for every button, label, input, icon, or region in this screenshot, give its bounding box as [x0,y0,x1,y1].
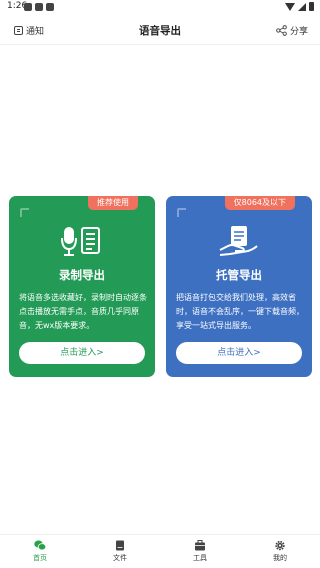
battery-icon [309,2,314,11]
corner-decoration [177,208,186,217]
home-chat-icon [34,540,46,551]
header-divider [0,44,320,45]
status-notification-icons [24,3,54,11]
record-enter-button[interactable]: 点击进入> [19,342,145,364]
status-bar: 1:26 [0,0,320,14]
file-icon [116,540,124,551]
card-description: 把语音打包交给我们处理，高效省时，语音不会乱序，一键下载音频，享受一站式导出服务… [176,293,304,330]
wifi-icon [285,2,295,11]
corner-decoration [20,208,29,217]
card-title: 托管导出 [216,268,262,282]
bottom-navigation: 首页 文件 工具 我的 [0,534,320,568]
nav-label-tools: 工具 [193,554,207,562]
hand-document-icon [219,226,258,256]
recommend-badge: 推荐使用 [88,196,138,210]
status-system-icons [285,2,314,11]
nav-item-files[interactable]: 文件 [95,540,145,563]
nav-item-home[interactable]: 首页 [15,540,65,563]
notification-icon [46,3,54,11]
notification-icon [24,3,32,11]
share-icon [276,25,287,36]
nav-label-home: 首页 [33,554,47,562]
version-badge: 仅8064及以下 [224,196,295,210]
record-export-card[interactable]: 推荐使用 录制导出 将语音多选收藏好，录制时自动逐条点击播放无需手点，音质几乎同… [9,196,155,377]
microphone-document-icon [61,227,100,256]
page-title: 语音导出 [139,25,181,37]
share-label: 分享 [289,27,308,37]
card-title: 录制导出 [59,268,105,282]
gear-icon [275,540,285,551]
card-description: 将语音多选收藏好，录制时自动逐条点击播放无需手点，音质几乎同原音，无wx版本要求… [19,293,147,330]
share-button[interactable]: 分享 [276,24,308,37]
nav-label-mine: 我的 [273,554,287,562]
nav-label-files: 文件 [113,554,127,562]
nav-item-mine[interactable]: 我的 [255,540,305,563]
nav-item-tools[interactable]: 工具 [175,540,225,563]
signal-icon [298,2,306,11]
app-header: 通知 语音导出 分享 [0,18,320,44]
notification-icon [35,3,43,11]
toolbox-icon [195,540,205,551]
hosted-export-card[interactable]: 仅8064及以下 托管导出 把语音打包交给我们处理，高效省时，语音不会乱序，一键… [166,196,312,377]
hosted-enter-button[interactable]: 点击进入> [176,342,302,364]
